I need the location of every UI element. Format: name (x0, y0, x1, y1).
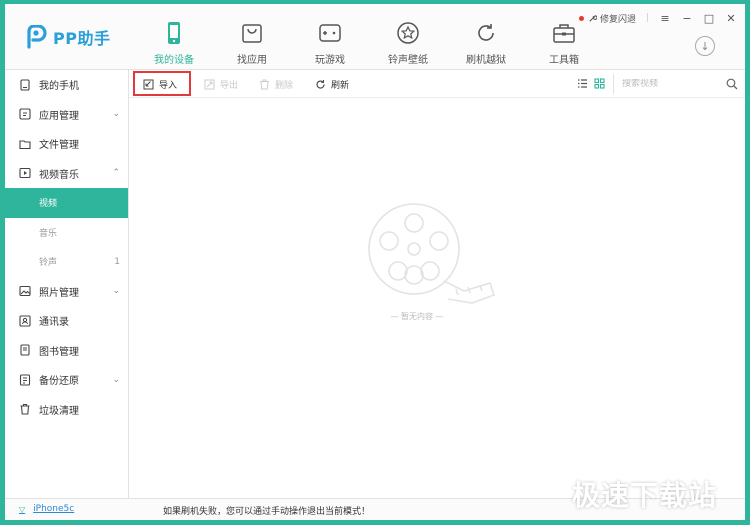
import-label: 导入 (159, 80, 178, 91)
export-icon (204, 79, 215, 89)
delete-label: 删除 (275, 80, 294, 91)
repair-crash-label: 修复闪退 (599, 14, 636, 25)
apps-icon (19, 108, 31, 120)
delete-icon (260, 79, 269, 89)
window-controls: 修复闪退 | ≡ − □ ✕ (588, 10, 737, 26)
sidebar-item-label: 图书管理 (39, 346, 79, 358)
main-nav: 我的设备 找应用 玩游戏 铃声壁纸 刷机越狱 工具箱 (135, 4, 603, 70)
toolbox-icon (553, 24, 575, 43)
sidebar-subitem-label: 视频 (39, 199, 58, 210)
phone-icon (20, 79, 30, 91)
logo: PP助手 (25, 24, 110, 50)
sidebar-subitem-music[interactable]: 音乐 (5, 218, 128, 248)
nav-label: 我的设备 (154, 55, 194, 66)
nav-games[interactable]: 玩游戏 (291, 4, 369, 70)
photo-icon (19, 286, 31, 297)
export-label: 导出 (220, 80, 239, 91)
sidebar-item-label: 备份还原 (39, 376, 79, 388)
header: PP助手 我的设备 找应用 玩游戏 铃声壁纸 刷机越狱 工具箱 修复闪退 | ≡… (5, 4, 745, 70)
watermark: 极速下载站 (572, 479, 718, 512)
sidebar-subitem-ringtones[interactable]: 铃声 1 (5, 247, 128, 277)
phone-icon (168, 22, 180, 44)
nav-jailbreak[interactable]: 刷机越狱 (447, 4, 525, 70)
sidebar-item-label: 垃圾清理 (39, 405, 79, 417)
toolbar: 导入 导出 删除 刷新 (129, 70, 745, 98)
chevron-down-icon[interactable]: ⌄ (112, 375, 120, 385)
menu-icon[interactable]: ≡ (659, 12, 671, 25)
status-message: 如果刷机失败，您可以通过手动操作退出当前模式！ (163, 507, 371, 517)
device-selector[interactable]: ▽ iPhone5c (19, 504, 74, 514)
minimize-icon[interactable]: − (681, 12, 693, 25)
nav-label: 找应用 (237, 55, 267, 66)
import-button[interactable]: 导入 (143, 74, 177, 94)
view-toggle (577, 78, 605, 89)
sidebar-item-label: 文件管理 (39, 140, 79, 152)
sidebar-item-photos[interactable]: 照片管理 ⌄ (5, 277, 128, 307)
nav-find-apps[interactable]: 找应用 (213, 4, 291, 70)
grid-view-icon[interactable] (594, 78, 605, 89)
device-name: iPhone5c (33, 504, 75, 514)
book-icon (20, 344, 30, 356)
nav-label: 工具箱 (549, 55, 579, 66)
gamepad-icon (319, 24, 341, 42)
sidebar-item-label: 照片管理 (39, 287, 79, 299)
star-icon (397, 22, 419, 44)
sidebar-item-label: 通讯录 (39, 317, 69, 329)
notification-badge (579, 16, 584, 21)
list-view-icon[interactable] (577, 78, 588, 89)
sidebar: 我的手机 应用管理 ⌄ 文件管理 视频音乐 ⌃ 视频 音乐 铃声 1 照片管理 (5, 70, 129, 498)
download-icon[interactable]: ↓ (695, 36, 715, 56)
item-count: 1 (114, 256, 120, 267)
search-box (613, 74, 743, 94)
folder-icon (19, 140, 31, 149)
import-icon (143, 79, 154, 89)
refresh-button[interactable]: 刷新 (315, 74, 349, 94)
chevron-down-icon: ▽ (19, 504, 26, 514)
nav-label: 铃声壁纸 (388, 55, 428, 66)
sidebar-item-backup[interactable]: 备份还原 ⌄ (5, 365, 128, 395)
video-icon (19, 168, 31, 179)
nav-label: 玩游戏 (315, 55, 345, 66)
trash-icon (20, 404, 30, 415)
sidebar-item-cleanup[interactable]: 垃圾清理 (5, 395, 128, 425)
sidebar-item-apps[interactable]: 应用管理 ⌄ (5, 100, 128, 130)
refresh-label: 刷新 (331, 80, 350, 91)
sidebar-subitem-label: 铃声 (39, 258, 58, 269)
app-window: PP助手 我的设备 找应用 玩游戏 铃声壁纸 刷机越狱 工具箱 修复闪退 | ≡… (5, 4, 745, 520)
refresh-icon (316, 79, 325, 89)
sidebar-item-video-music[interactable]: 视频音乐 ⌃ (5, 159, 128, 189)
export-button[interactable]: 导出 (204, 74, 238, 94)
pp-logo-icon (27, 25, 47, 49)
search-icon[interactable] (726, 78, 738, 90)
nav-label: 刷机越狱 (466, 55, 506, 66)
repair-crash-button[interactable]: 修复闪退 (588, 12, 636, 25)
film-reel-icon (368, 203, 496, 304)
delete-button[interactable]: 删除 (259, 74, 293, 94)
sidebar-subitem-label: 音乐 (39, 228, 58, 239)
refresh-circle-icon (478, 24, 494, 41)
chevron-down-icon[interactable]: ⌄ (112, 109, 120, 119)
divider: | (645, 13, 649, 23)
sidebar-item-files[interactable]: 文件管理 (5, 129, 128, 159)
chevron-up-icon[interactable]: ⌃ (112, 168, 120, 178)
sidebar-item-books[interactable]: 图书管理 (5, 336, 128, 366)
sidebar-item-label: 应用管理 (39, 110, 79, 122)
contacts-icon (19, 315, 31, 327)
close-icon[interactable]: ✕ (725, 12, 737, 25)
nav-my-device[interactable]: 我的设备 (135, 4, 213, 70)
wrench-icon (589, 14, 597, 22)
sidebar-item-contacts[interactable]: 通讯录 (5, 306, 128, 336)
maximize-icon[interactable]: □ (703, 12, 715, 25)
sidebar-item-label: 我的手机 (39, 81, 79, 93)
backup-icon (19, 374, 31, 386)
empty-state-text: — 暂无内容 — (390, 312, 444, 321)
search-input[interactable] (622, 79, 718, 89)
logo-text: PP助手 (53, 29, 111, 48)
sidebar-item-label: 视频音乐 (39, 169, 79, 181)
sidebar-item-my-phone[interactable]: 我的手机 (5, 70, 128, 100)
bag-icon (242, 24, 262, 43)
chevron-down-icon[interactable]: ⌄ (112, 286, 120, 296)
nav-ringtones[interactable]: 铃声壁纸 (369, 4, 447, 70)
sidebar-subitem-video[interactable]: 视频 (5, 188, 128, 218)
